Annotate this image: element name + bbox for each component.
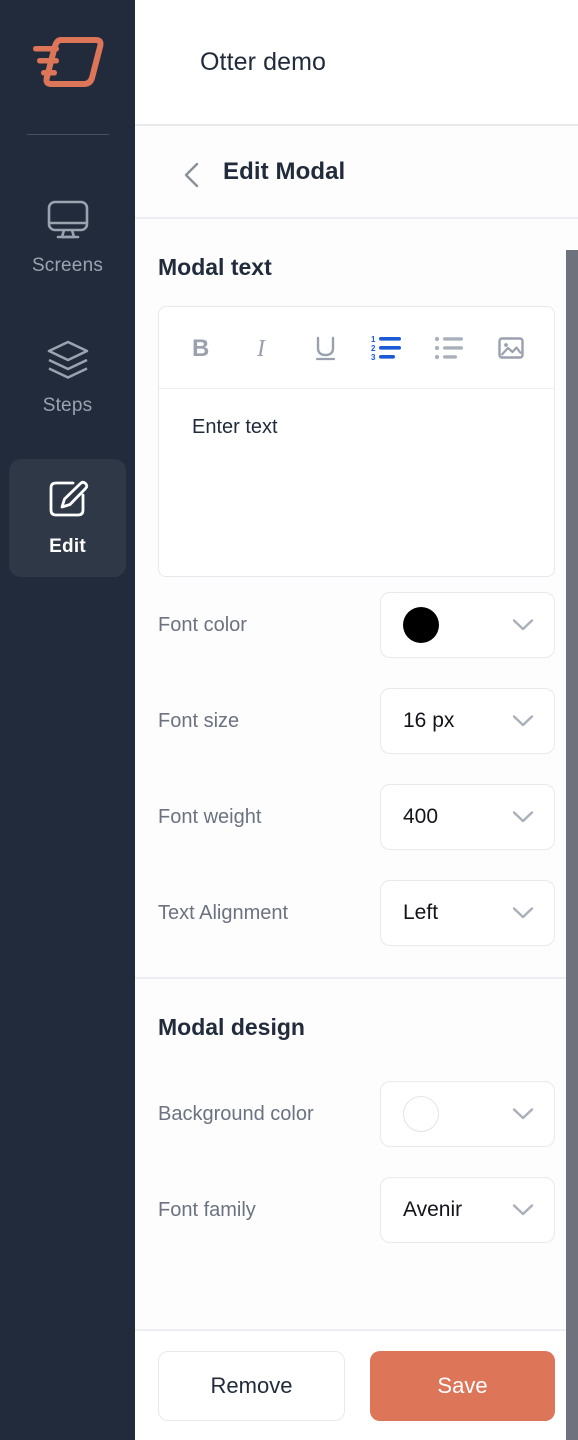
sidebar: Screens Steps Edit <box>0 0 135 1440</box>
field-label: Font family <box>158 1198 256 1221</box>
editor-toolbar: B I 1 2 3 <box>159 307 554 389</box>
modal-design-section: Modal design Background color Font famil… <box>135 979 578 1258</box>
ordered-list-icon[interactable]: 1 2 3 <box>367 328 407 368</box>
field-row-font-color: Font color <box>158 577 555 673</box>
underline-icon[interactable] <box>306 328 346 368</box>
editor-text-area[interactable]: Enter text <box>159 389 554 576</box>
field-label: Font color <box>158 613 247 636</box>
panel-footer: Remove Save <box>135 1329 578 1440</box>
app-root: Screens Steps Edit Otter demo Edit Modal… <box>0 0 578 1440</box>
svg-text:3: 3 <box>371 353 376 362</box>
chevron-down-icon <box>512 1107 534 1121</box>
monitor-icon <box>46 199 90 241</box>
panel-title: Edit Modal <box>223 157 346 185</box>
field-row-font-size: Font size 16 px <box>158 673 555 769</box>
section-title-modal-design: Modal design <box>158 1014 305 1040</box>
topbar: Otter demo <box>135 0 578 124</box>
save-button[interactable]: Save <box>370 1350 555 1421</box>
section-title-modal-text: Modal text <box>158 254 272 280</box>
sidebar-item-edit[interactable]: Edit <box>9 459 126 577</box>
chevron-down-icon <box>512 618 534 632</box>
otter-speed-logo-icon[interactable] <box>23 26 113 98</box>
field-row-font-family: Font family Avenir <box>158 1162 555 1258</box>
sidebar-item-label: Steps <box>42 395 93 416</box>
panel-header: Edit Modal <box>135 126 578 219</box>
remove-button[interactable]: Remove <box>158 1350 345 1421</box>
font-size-select[interactable]: 16 px <box>380 688 555 754</box>
control-value: 16 px <box>403 709 455 732</box>
control-value: 400 <box>403 805 439 828</box>
chevron-down-icon <box>512 810 534 824</box>
sidebar-item-label: Edit <box>49 536 86 557</box>
sidebar-item-steps[interactable]: Steps <box>9 319 126 437</box>
bold-icon[interactable]: B <box>182 328 222 368</box>
chevron-left-icon[interactable] <box>183 162 203 187</box>
field-label: Font size <box>158 709 240 732</box>
color-swatch <box>403 607 439 643</box>
field-row-font-weight: Font weight 400 <box>158 769 555 865</box>
font-weight-select[interactable]: 400 <box>380 784 555 850</box>
font-color-picker[interactable] <box>380 592 555 658</box>
control-value: Avenir <box>403 1198 463 1221</box>
field-row-background-color: Background color <box>158 1066 555 1162</box>
panel-scroll-body: Modal text B I 1 2 3 Enter text Font col… <box>135 219 578 1329</box>
editor-placeholder: Enter text <box>192 416 278 438</box>
rich-text-editor: B I 1 2 3 Enter text <box>158 306 555 577</box>
svg-text:I: I <box>256 336 266 362</box>
svg-text:B: B <box>192 335 209 362</box>
field-label: Text Alignment <box>158 901 289 924</box>
field-row-text-alignment: Text Alignment Left <box>158 865 555 961</box>
chevron-down-icon <box>512 906 534 920</box>
bullet-list-icon[interactable] <box>429 328 469 368</box>
field-label: Font weight <box>158 805 262 828</box>
control-value: Left <box>403 901 439 924</box>
panel-scrollbar-thumb[interactable] <box>566 250 578 1440</box>
panel-scrollbar-track[interactable] <box>566 250 578 1440</box>
chevron-down-icon <box>512 1203 534 1217</box>
layers-icon <box>45 339 91 381</box>
main-area: Otter demo Edit Modal Modal text B I 1 2… <box>135 0 578 1440</box>
color-swatch <box>403 1096 439 1132</box>
font-family-select[interactable]: Avenir <box>380 1177 555 1243</box>
image-icon[interactable] <box>491 328 531 368</box>
svg-text:1: 1 <box>371 335 376 344</box>
modal-text-section: Modal text B I 1 2 3 Enter text Font col… <box>135 219 578 979</box>
sidebar-item-label: Screens <box>31 255 104 276</box>
chevron-down-icon <box>512 714 534 728</box>
text-alignment-select[interactable]: Left <box>380 880 555 946</box>
svg-text:2: 2 <box>371 344 376 353</box>
edit-panel: Edit Modal Modal text B I 1 2 3 Enter te… <box>135 124 578 1440</box>
page-title: Otter demo <box>200 47 327 76</box>
sidebar-divider <box>26 134 109 135</box>
background-color-picker[interactable] <box>380 1081 555 1147</box>
sidebar-item-screens[interactable]: Screens <box>9 179 126 297</box>
edit-pencil-square-icon <box>46 478 90 522</box>
italic-icon[interactable]: I <box>244 328 284 368</box>
field-label: Background color <box>158 1102 314 1125</box>
